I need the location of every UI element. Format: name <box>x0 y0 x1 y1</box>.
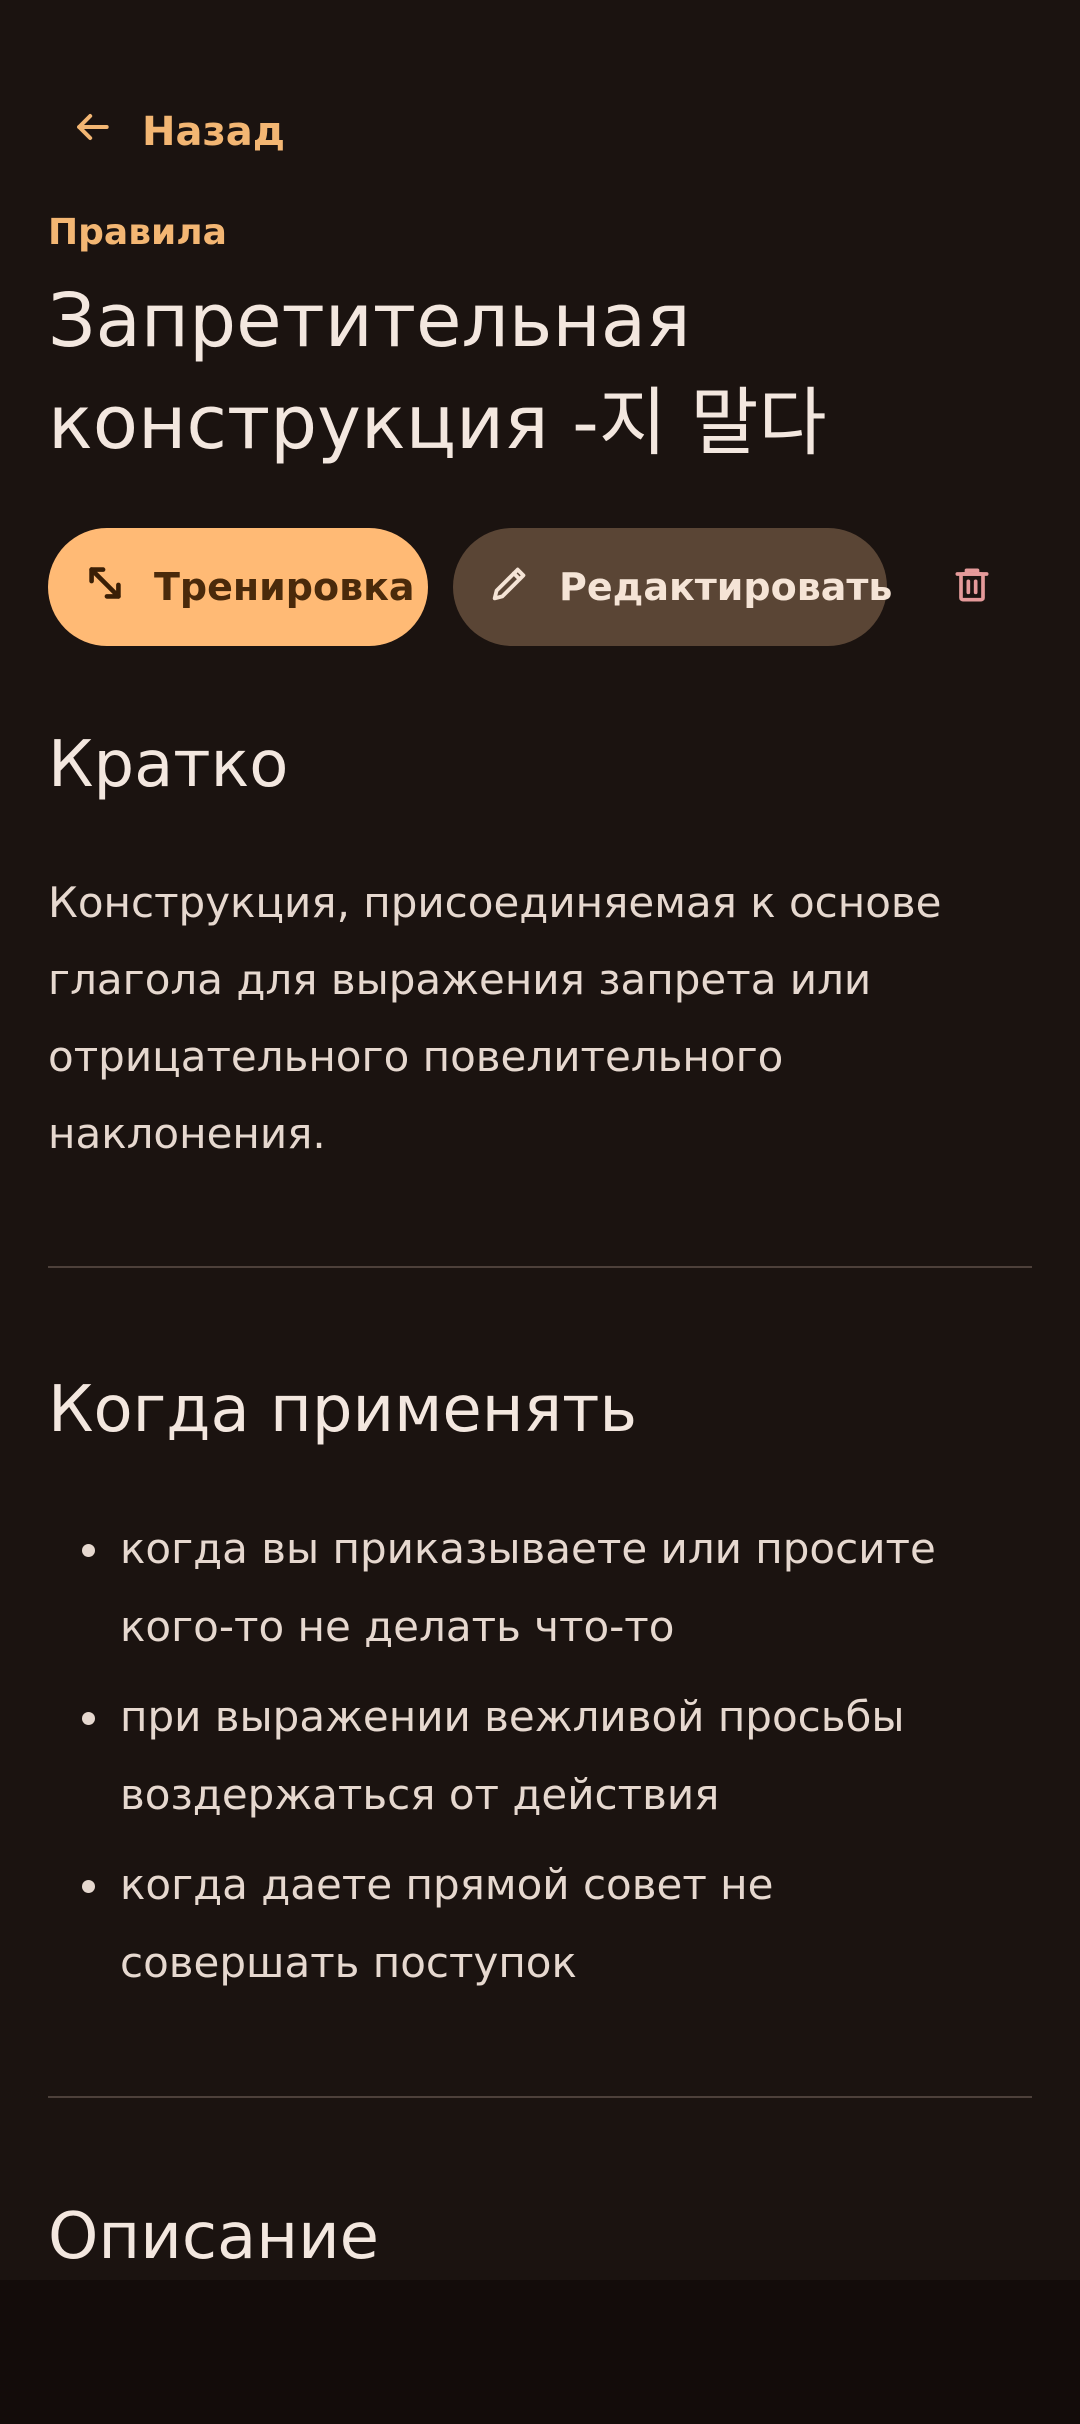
usage-heading: Когда применять <box>48 1373 638 1447</box>
list-item: когда даете прямой совет не совершать по… <box>48 1846 1008 2002</box>
category-label: Правила <box>48 212 227 253</box>
edit-button[interactable]: Редактировать <box>453 528 892 646</box>
train-button[interactable]: Тренировка <box>48 528 428 646</box>
delete-button[interactable] <box>940 555 1004 619</box>
edit-button-label: Редактировать <box>559 565 893 609</box>
bottom-bar <box>0 2280 1080 2424</box>
list-item: когда вы приказываете или просите кого-т… <box>48 1510 1008 1666</box>
description-heading: Описание <box>48 2200 380 2274</box>
back-label: Назад <box>142 109 286 155</box>
train-button-label: Тренировка <box>154 565 415 609</box>
trash-icon <box>950 563 994 611</box>
usage-list: когда вы приказываете или просите кого-т… <box>48 1510 1008 2014</box>
pencil-icon <box>487 560 533 615</box>
divider <box>48 1266 1032 1268</box>
page-title: Запретительная конструкция -지 말다 <box>48 278 827 466</box>
action-row: Тренировка Редактировать <box>48 528 892 646</box>
summary-heading: Кратко <box>48 728 289 802</box>
list-item: при выражении вежливой просьбы воздержат… <box>48 1678 1008 1834</box>
summary-text: Конструкция, присоединяемая к основе гла… <box>48 878 942 1158</box>
arrow-left-icon <box>70 105 114 159</box>
back-button[interactable]: Назад <box>70 96 285 168</box>
rule-detail-screen: Назад Правила Запретительная конструкция… <box>0 0 1080 2280</box>
divider <box>48 2096 1032 2098</box>
resize-diagonal-icon <box>82 560 128 615</box>
